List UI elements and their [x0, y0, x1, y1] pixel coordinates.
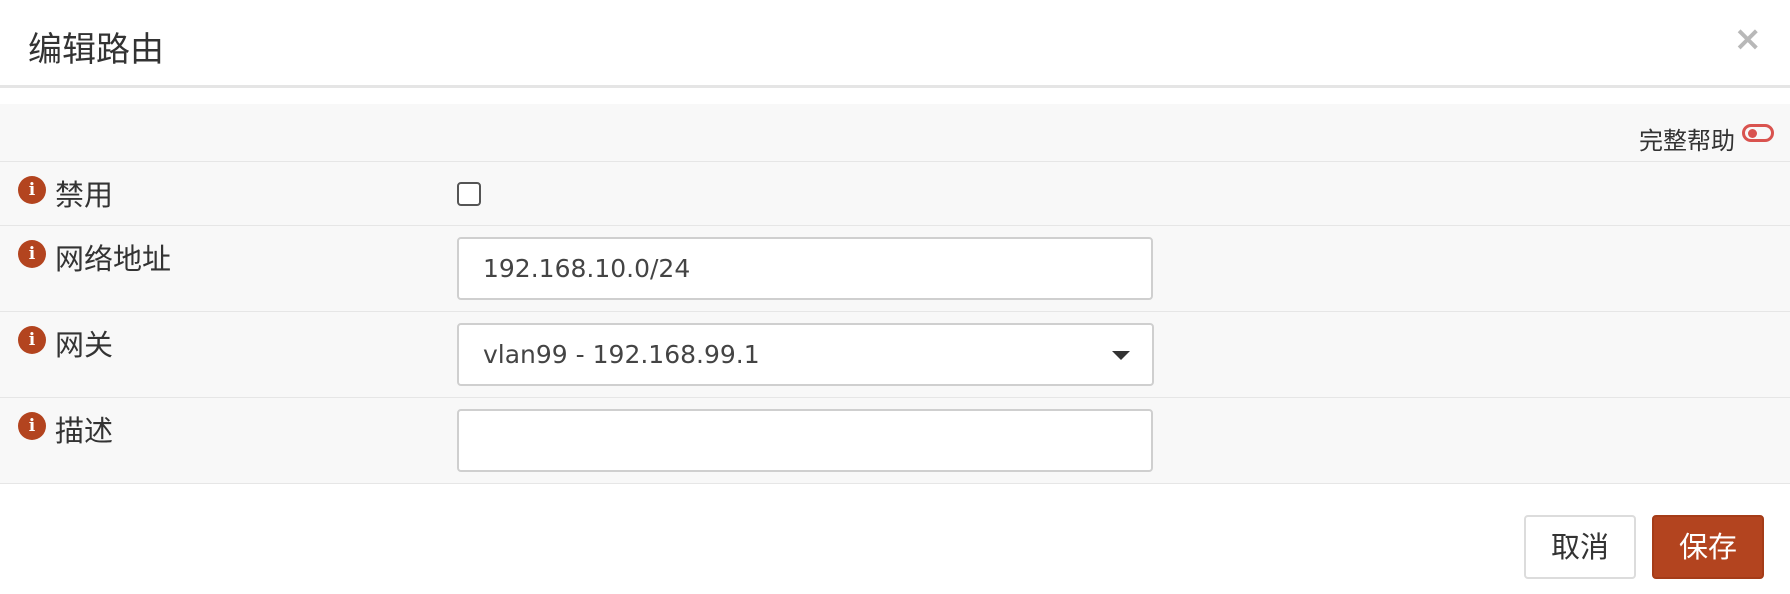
description-row: i 描述 [0, 398, 1790, 484]
disable-checkbox[interactable] [457, 182, 481, 206]
edit-route-dialog: 编辑路由 × 完整帮助 i 禁用 i 网络地址 192.168.10.0/24 … [0, 0, 1790, 594]
gateway-label: 网关 [55, 328, 114, 362]
description-input[interactable] [457, 409, 1153, 472]
network-row: i 网络地址 192.168.10.0/24 [0, 226, 1790, 312]
save-button[interactable]: 保存 [1652, 515, 1764, 579]
gateway-row: i 网关 vlan99 - 192.168.99.1 [0, 312, 1790, 398]
network-input[interactable]: 192.168.10.0/24 [457, 237, 1153, 300]
gateway-select[interactable]: vlan99 - 192.168.99.1 [457, 323, 1154, 386]
info-icon[interactable]: i [18, 240, 46, 268]
network-label: 网络地址 [55, 242, 172, 276]
toggle-knob [1748, 129, 1757, 138]
info-icon[interactable]: i [18, 412, 46, 440]
full-help-toggle[interactable] [1742, 124, 1774, 142]
cancel-button[interactable]: 取消 [1524, 515, 1636, 579]
dialog-header: 编辑路由 × [0, 0, 1790, 88]
description-label: 描述 [55, 414, 114, 448]
full-help-label: 完整帮助 [1639, 127, 1735, 155]
full-help-row: 完整帮助 [0, 104, 1790, 162]
info-icon[interactable]: i [18, 326, 46, 354]
info-icon[interactable]: i [18, 176, 46, 204]
chevron-down-icon [1112, 351, 1130, 360]
disable-label: 禁用 [55, 178, 114, 212]
gateway-selected-value: vlan99 - 192.168.99.1 [483, 340, 760, 369]
disable-row: i 禁用 [0, 162, 1790, 226]
dialog-title: 编辑路由 [28, 30, 164, 70]
close-icon[interactable]: × [1734, 22, 1763, 56]
